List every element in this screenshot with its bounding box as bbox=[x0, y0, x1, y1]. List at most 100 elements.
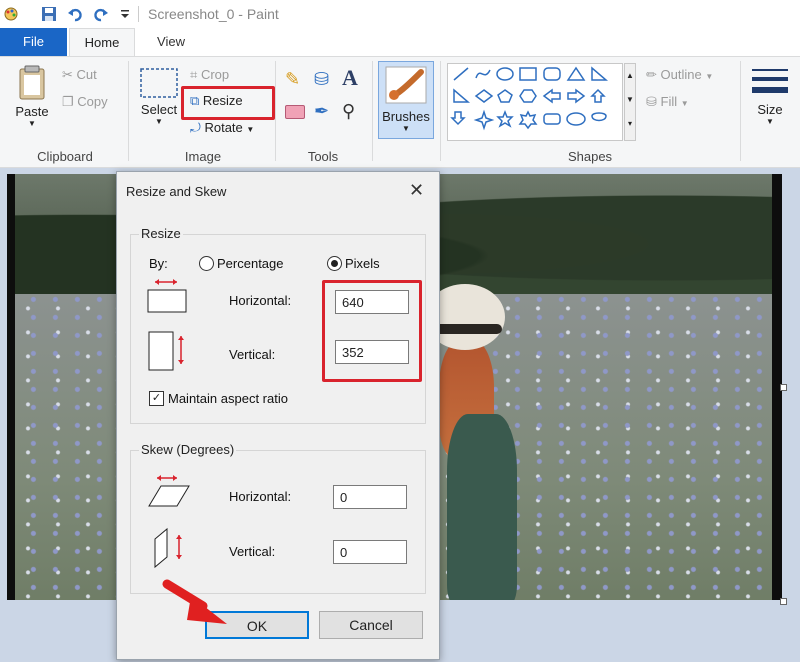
skew-vertical-label: Vertical: bbox=[229, 544, 276, 559]
vertical-skew-icon bbox=[154, 527, 182, 569]
size-label: Size bbox=[757, 102, 783, 117]
outline-button[interactable]: ✏ Outline ▼ bbox=[646, 67, 713, 83]
customize-icon[interactable] bbox=[116, 5, 134, 23]
line-size-icon bbox=[752, 69, 788, 93]
maintain-aspect-label: Maintain aspect ratio bbox=[168, 391, 288, 406]
paint-app-icon[interactable] bbox=[2, 5, 20, 23]
tab-file[interactable]: File bbox=[0, 28, 67, 56]
chevron-down-icon: ▼ bbox=[246, 125, 255, 134]
ribbon: Paste ▼ ✂ Cut ❐ Copy Clipboard Select ▼ … bbox=[0, 56, 800, 168]
eraser-icon[interactable] bbox=[285, 105, 305, 119]
resize-handle-corner[interactable] bbox=[780, 598, 787, 605]
chevron-down-icon: ▼ bbox=[680, 99, 689, 108]
scissors-icon: ✂ bbox=[62, 67, 73, 82]
size-button[interactable]: Size ▼ bbox=[748, 65, 792, 126]
outline-label: Outline bbox=[660, 67, 702, 82]
cut-button[interactable]: ✂ Cut bbox=[62, 67, 97, 83]
shapes-icons bbox=[450, 66, 609, 131]
close-icon[interactable]: ✕ bbox=[409, 180, 424, 201]
group-label-shapes: Shapes bbox=[567, 149, 613, 164]
photo-person-dress bbox=[447, 414, 517, 600]
resize-handle-right[interactable] bbox=[780, 384, 787, 391]
photo-person-hatband bbox=[432, 324, 502, 334]
size-fields-highlight-box bbox=[322, 280, 422, 382]
shapes-gallery-scroll[interactable]: ▲ ▼ ▾ bbox=[624, 63, 636, 141]
divider bbox=[128, 61, 129, 161]
horizontal-label: Horizontal: bbox=[229, 293, 292, 308]
magnifier-icon[interactable]: ⚲ bbox=[342, 101, 355, 122]
divider bbox=[138, 6, 139, 22]
chevron-down-icon: ▼ bbox=[705, 72, 714, 81]
cancel-button[interactable]: Cancel bbox=[319, 611, 423, 639]
brush-icon bbox=[385, 66, 427, 104]
rotate-label: Rotate bbox=[204, 120, 243, 135]
fill-bucket-icon[interactable]: ⛁ bbox=[314, 69, 329, 90]
chevron-down-icon: ▼ bbox=[155, 117, 163, 126]
pixels-radio[interactable] bbox=[327, 256, 342, 271]
skew-horizontal-label: Horizontal: bbox=[229, 489, 292, 504]
divider bbox=[372, 61, 373, 161]
group-label-clipboard: Clipboard bbox=[37, 149, 93, 164]
resize-skew-dialog: Resize and Skew ✕ Resize By: Percentage … bbox=[116, 171, 440, 660]
image-border-left bbox=[7, 174, 15, 600]
paste-button[interactable]: Paste ▼ bbox=[14, 65, 50, 128]
fill-label: Fill bbox=[660, 94, 678, 109]
horizontal-resize-icon bbox=[147, 279, 187, 313]
save-icon[interactable] bbox=[40, 5, 58, 23]
resize-group-title: Resize bbox=[139, 226, 183, 241]
cut-label: Cut bbox=[76, 67, 97, 82]
chevron-down-icon: ▼ bbox=[766, 117, 774, 126]
resize-highlight-box bbox=[181, 86, 275, 120]
skew-group-title: Skew (Degrees) bbox=[139, 442, 237, 457]
divider bbox=[740, 61, 741, 161]
chevron-down-icon: ▼ bbox=[28, 119, 36, 128]
fill-button[interactable]: ⛁ Fill ▼ bbox=[646, 94, 689, 110]
group-label-image: Image bbox=[184, 149, 222, 164]
fill-icon: ⛁ bbox=[646, 94, 657, 109]
rotate-button[interactable]: ⤾ Rotate ▼ bbox=[190, 120, 254, 136]
chevron-down-icon: ▼ bbox=[402, 124, 410, 133]
undo-icon[interactable] bbox=[66, 5, 84, 23]
skew-horizontal-input[interactable]: 0 bbox=[333, 485, 407, 509]
skew-group bbox=[130, 450, 426, 594]
ribbon-tabs: File Home View bbox=[0, 28, 800, 56]
horizontal-skew-icon bbox=[148, 475, 190, 507]
percentage-label: Percentage bbox=[217, 256, 284, 271]
crop-icon: ⌗ bbox=[190, 67, 198, 82]
group-label-tools: Tools bbox=[307, 149, 339, 164]
crop-label: Crop bbox=[200, 67, 230, 82]
brushes-label: Brushes bbox=[382, 109, 430, 124]
title-bar: Screenshot_0 - Paint bbox=[0, 0, 800, 28]
color-picker-icon[interactable]: ✒ bbox=[314, 101, 329, 122]
percentage-radio[interactable] bbox=[199, 256, 214, 271]
select-label: Select bbox=[140, 102, 178, 117]
divider bbox=[275, 61, 276, 161]
brushes-button[interactable]: Brushes ▼ bbox=[378, 61, 434, 139]
pencil-icon[interactable]: ✎ bbox=[285, 69, 300, 90]
select-button[interactable]: Select ▼ bbox=[138, 67, 180, 126]
select-icon bbox=[140, 68, 178, 98]
shapes-gallery[interactable] bbox=[447, 63, 623, 141]
copy-icon: ❐ bbox=[62, 94, 74, 109]
dialog-title: Resize and Skew bbox=[126, 184, 227, 199]
paste-label: Paste bbox=[15, 104, 49, 119]
rotate-icon: ⤾ bbox=[190, 120, 201, 135]
skew-vertical-input[interactable]: 0 bbox=[333, 540, 407, 564]
maintain-aspect-checkbox[interactable]: ✓ bbox=[149, 391, 164, 406]
redo-icon[interactable] bbox=[92, 5, 110, 23]
clipboard-icon bbox=[19, 65, 45, 100]
window-title: Screenshot_0 - Paint bbox=[148, 6, 279, 22]
tab-view[interactable]: View bbox=[138, 28, 204, 56]
red-pointer-arrow-icon bbox=[162, 579, 227, 624]
crop-button[interactable]: ⌗ Crop bbox=[190, 67, 229, 83]
by-label: By: bbox=[149, 256, 168, 271]
outline-icon: ✏ bbox=[646, 67, 657, 82]
divider bbox=[440, 61, 441, 161]
copy-label: Copy bbox=[77, 94, 108, 109]
vertical-resize-icon bbox=[148, 331, 184, 371]
pixels-label: Pixels bbox=[345, 256, 380, 271]
tab-home[interactable]: Home bbox=[69, 28, 135, 56]
vertical-label: Vertical: bbox=[229, 347, 276, 362]
text-tool-icon[interactable]: A bbox=[342, 65, 358, 91]
copy-button[interactable]: ❐ Copy bbox=[62, 94, 108, 110]
